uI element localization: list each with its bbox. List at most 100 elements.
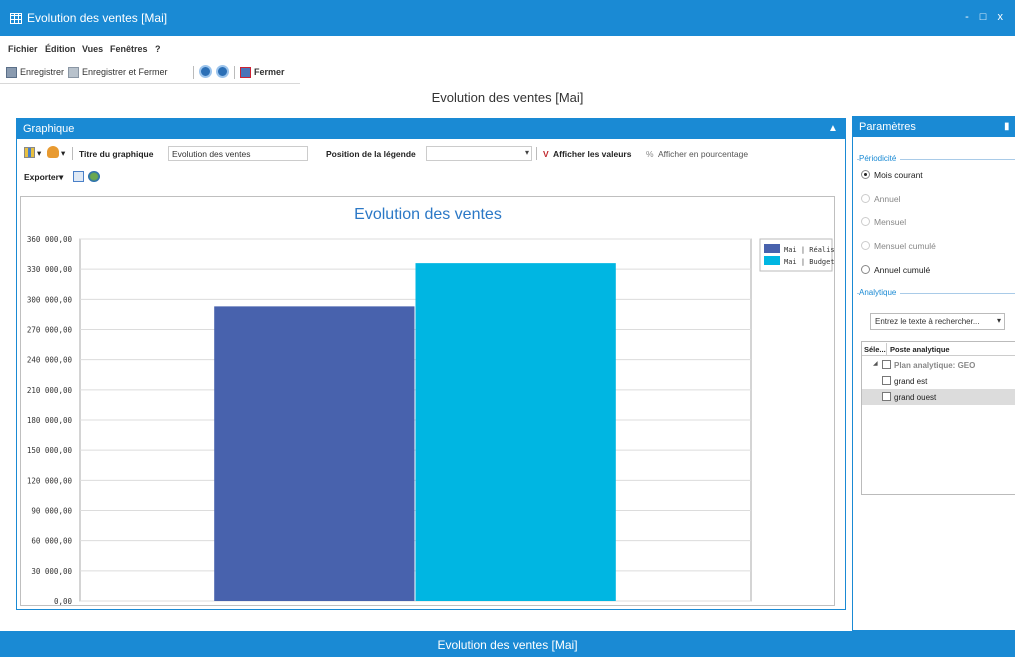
radio-dot bbox=[861, 217, 870, 226]
y-tick-label: 90 000,00 bbox=[31, 507, 72, 516]
bar bbox=[214, 306, 415, 601]
save-button[interactable]: Enregistrer bbox=[6, 66, 64, 80]
y-tick-label: 150 000,00 bbox=[27, 446, 73, 455]
menu-edition[interactable]: Édition bbox=[45, 44, 76, 54]
y-tick-label: 300 000,00 bbox=[27, 295, 73, 304]
analytics-search-input[interactable]: Entrez le texte à rechercher... ▾ bbox=[870, 313, 1005, 330]
menu-fenetres[interactable]: Fenêtres bbox=[110, 44, 148, 54]
radio-label: Mois courant bbox=[874, 170, 923, 180]
chart-type-icon[interactable] bbox=[24, 147, 35, 158]
close-button[interactable]: Fermer bbox=[240, 66, 285, 80]
legend-position-select[interactable]: ▾ bbox=[426, 146, 532, 161]
export-button[interactable]: Exporter▾ bbox=[24, 172, 63, 183]
chevron-down-icon: ▾ bbox=[996, 316, 1001, 325]
radio-dot bbox=[861, 170, 870, 179]
menu-bar: Fichier Édition Vues Fenêtres ? bbox=[0, 36, 1015, 60]
y-tick-label: 120 000,00 bbox=[27, 476, 73, 485]
bar bbox=[415, 263, 616, 601]
tree-row-grand-ouest[interactable]: grand ouest bbox=[862, 389, 1015, 405]
save-label: Enregistrer bbox=[20, 67, 65, 77]
floppy-icon bbox=[6, 67, 17, 79]
tree-row-plan[interactable]: ◢ Plan analytique: GEO bbox=[862, 357, 1015, 373]
radio-mensuel-cumule[interactable]: Mensuel cumulé bbox=[861, 240, 936, 252]
legend-position-label: Position de la légende bbox=[326, 149, 416, 159]
search-placeholder: Entrez le texte à rechercher... bbox=[875, 317, 980, 326]
tree-label: grand est bbox=[894, 377, 928, 386]
chart-title-input[interactable]: Evolution des ventes bbox=[168, 146, 308, 161]
app-grid-icon bbox=[10, 13, 22, 24]
legend-label: Mai | Budget bbox=[784, 258, 834, 266]
y-tick-label: 60 000,00 bbox=[31, 537, 72, 546]
parameters-header: Paramètres ▮ bbox=[853, 117, 1015, 137]
chart-toolbar: ▾ ▾ Titre du graphique Evolution des ven… bbox=[17, 141, 845, 165]
graph-panel-header: Graphique ▲ bbox=[17, 119, 845, 139]
next-icon[interactable] bbox=[216, 65, 229, 78]
checkbox[interactable] bbox=[882, 360, 891, 369]
menu-fichier[interactable]: Fichier bbox=[8, 44, 38, 54]
export-row: Exporter▾ bbox=[17, 169, 845, 187]
legend-box bbox=[759, 238, 833, 272]
close-icon bbox=[240, 67, 251, 79]
pin-icon[interactable]: ▲ bbox=[828, 123, 838, 135]
chart-title: Evolution des ventes bbox=[354, 206, 502, 223]
show-values-toggle[interactable]: Afficher les valeurs bbox=[553, 149, 631, 159]
previous-icon[interactable] bbox=[199, 65, 212, 78]
radio-dot bbox=[861, 194, 870, 203]
radio-label: Annuel bbox=[874, 194, 901, 204]
graph-panel: Graphique ▲ ▾ ▾ Titre du graphique Evolu… bbox=[16, 118, 846, 610]
y-tick-label: 210 000,00 bbox=[27, 386, 73, 395]
y-tick-label: 360 000,00 bbox=[27, 235, 73, 244]
save-close-icon bbox=[68, 67, 79, 79]
parameters-panel: Paramètres ▮ Périodicité Mois courant An… bbox=[852, 116, 1015, 631]
checkbox[interactable] bbox=[882, 392, 891, 401]
parameters-title: Paramètres bbox=[859, 121, 916, 133]
radio-dot bbox=[861, 241, 870, 250]
radio-label: Mensuel bbox=[874, 217, 907, 227]
y-tick-label: 240 000,00 bbox=[27, 356, 73, 365]
close-label: Fermer bbox=[254, 67, 285, 77]
tree-row-grand-est[interactable]: grand est bbox=[862, 373, 1015, 389]
menu-help[interactable]: ? bbox=[155, 44, 161, 54]
save-close-label: Enregistrer et Fermer bbox=[82, 67, 168, 77]
grid-header: Séle... Poste analytique bbox=[862, 342, 1015, 356]
chart-area: Evolution des ventes 0,00 30 000,00 60 000,… bbox=[20, 196, 835, 606]
chart-type-dropdown-icon[interactable]: ▾ bbox=[37, 148, 41, 159]
graph-panel-title: Graphique bbox=[23, 123, 75, 135]
window-title: Evolution des ventes [Mai] bbox=[27, 11, 168, 25]
legend-swatch bbox=[764, 256, 780, 265]
radio-mois-courant[interactable]: Mois courant bbox=[861, 169, 923, 181]
checkbox[interactable] bbox=[882, 376, 891, 385]
palette-dropdown-icon[interactable]: ▾ bbox=[61, 148, 65, 159]
periodicity-group-title: Périodicité bbox=[859, 154, 901, 163]
radio-mensuel[interactable]: Mensuel bbox=[861, 216, 906, 228]
toolbar-separator bbox=[193, 66, 194, 79]
legend-swatch bbox=[764, 244, 780, 253]
radio-label: Annuel cumulé bbox=[874, 265, 931, 275]
menu-vues[interactable]: Vues bbox=[82, 44, 103, 54]
globe-icon[interactable] bbox=[88, 171, 100, 182]
window-titlebar: Evolution des ventes [Mai] - □ x bbox=[0, 0, 1015, 36]
palette-icon[interactable] bbox=[47, 146, 59, 158]
radio-annuel[interactable]: Annuel bbox=[861, 193, 900, 205]
y-tick-label: 330 000,00 bbox=[27, 265, 73, 274]
toolbar-separator bbox=[72, 147, 73, 160]
window-controls[interactable]: - □ x bbox=[965, 11, 1007, 23]
analytics-grid: Séle... Poste analytique ◢ Plan analytiq… bbox=[861, 341, 1015, 495]
radio-label: Mensuel cumulé bbox=[874, 241, 936, 251]
column-header-poste[interactable]: Poste analytique bbox=[890, 345, 950, 354]
show-percent-toggle[interactable]: Afficher en pourcentage bbox=[658, 149, 748, 159]
radio-annuel-cumule[interactable]: Annuel cumulé bbox=[861, 264, 930, 276]
percent-icon: % bbox=[646, 149, 654, 159]
pin-icon[interactable]: ▮ bbox=[1004, 121, 1013, 133]
y-tick-label: 0,00 bbox=[54, 597, 73, 605]
expand-triangle-icon[interactable]: ◢ bbox=[873, 360, 878, 367]
save-close-button[interactable]: Enregistrer et Fermer bbox=[68, 66, 168, 80]
y-tick-label: 270 000,00 bbox=[27, 326, 73, 335]
preview-icon[interactable] bbox=[73, 171, 84, 182]
legend-label: Mai | Réalisé bbox=[784, 246, 834, 254]
export-label: Exporter bbox=[24, 172, 59, 182]
chevron-down-icon: ▾ bbox=[524, 148, 529, 157]
column-header-selection[interactable]: Séle... bbox=[864, 345, 886, 354]
y-tick-label: 180 000,00 bbox=[27, 416, 73, 425]
page-title: Evolution des ventes [Mai] bbox=[431, 90, 584, 105]
